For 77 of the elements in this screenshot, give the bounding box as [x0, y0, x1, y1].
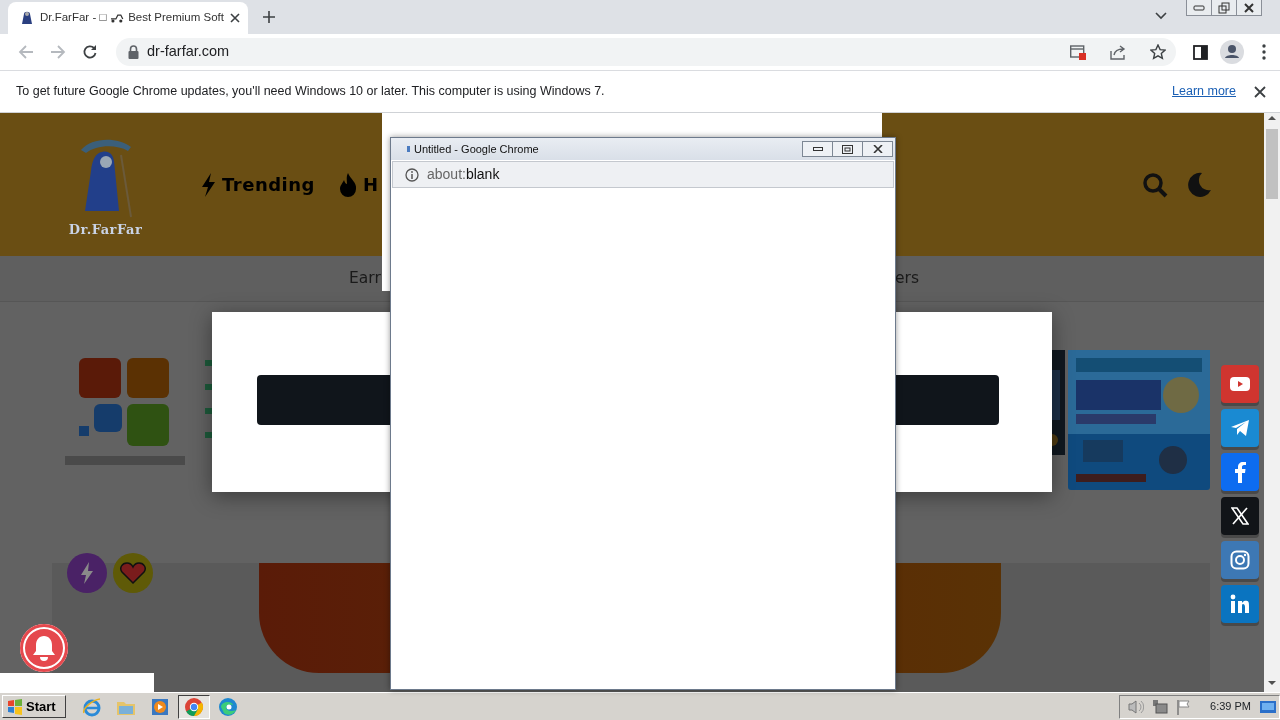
- profile-icon[interactable]: [1220, 40, 1244, 64]
- menu-icon[interactable]: [1262, 44, 1266, 60]
- reaper-icon: [20, 10, 34, 26]
- scrollbar-thumb[interactable]: [1266, 129, 1278, 199]
- close-icon[interactable]: [230, 13, 240, 23]
- play-icon: [1230, 377, 1250, 391]
- popup-blocked-icon[interactable]: [1070, 44, 1086, 60]
- tab-title: Best Premium Soft: [128, 10, 224, 26]
- telegram-button[interactable]: [1221, 409, 1259, 447]
- tab-title: Dr.FarFar - □: [40, 10, 107, 26]
- chrome-button[interactable]: [178, 694, 210, 719]
- bolt-button[interactable]: [67, 553, 107, 593]
- linkedin-button[interactable]: [1221, 585, 1259, 623]
- globe-icon: [82, 696, 102, 717]
- address-bar[interactable]: dr-farfar.com: [116, 38, 1176, 66]
- moon-icon[interactable]: [1186, 171, 1212, 198]
- network-icon[interactable]: [1152, 698, 1169, 715]
- window-title: Untitled - Google Chrome: [414, 141, 539, 157]
- minimize-icon: [812, 146, 823, 152]
- x-logo-icon: [1231, 507, 1249, 525]
- clock[interactable]: 6:39 PM: [1210, 698, 1251, 715]
- reload-icon[interactable]: [82, 44, 98, 60]
- linkedin-icon: [1230, 594, 1250, 614]
- window-icon: [407, 146, 410, 152]
- address-text: dr-farfar.com: [147, 42, 230, 62]
- address-bar[interactable]: about:blank: [392, 161, 894, 188]
- close-icon: [1243, 2, 1255, 13]
- show-desktop-icon[interactable]: [1259, 698, 1277, 715]
- edge-icon: [218, 696, 238, 717]
- scroll-down-icon[interactable]: [1267, 678, 1277, 688]
- maximize-button[interactable]: [832, 141, 863, 157]
- plus-icon[interactable]: [262, 10, 276, 24]
- close-button[interactable]: [862, 141, 893, 157]
- play-icon: [151, 697, 169, 716]
- windows-logo-icon: [7, 698, 23, 715]
- browser-tab[interactable]: Dr.FarFar - □ Best Premium Soft: [8, 2, 248, 34]
- restore-icon: [1218, 1, 1230, 14]
- scroll-up-icon[interactable]: [1267, 113, 1277, 123]
- share-icon[interactable]: [1110, 44, 1126, 60]
- instagram-button[interactable]: [1221, 541, 1259, 579]
- flag-icon[interactable]: [1176, 698, 1193, 715]
- side-panel-icon[interactable]: [1192, 44, 1208, 60]
- lock-icon[interactable]: [128, 45, 139, 59]
- camera-icon: [1230, 550, 1250, 570]
- star-icon[interactable]: [1150, 44, 1166, 60]
- heart-button[interactable]: [113, 553, 153, 593]
- address-text: about:blank: [427, 165, 500, 184]
- scrollbar-track[interactable]: [1264, 113, 1280, 692]
- chrome-icon: [184, 696, 204, 717]
- maximize-icon: [842, 144, 853, 154]
- logo-text[interactable]: Dr.FarFar: [68, 220, 143, 240]
- scooter-icon: [110, 13, 125, 23]
- youtube-button[interactable]: [1221, 365, 1259, 403]
- close-icon[interactable]: [1254, 85, 1266, 98]
- search-icon[interactable]: [1142, 171, 1168, 198]
- bell-icon: [32, 635, 56, 661]
- close-icon: [872, 145, 883, 153]
- chevron-down-icon[interactable]: [1155, 12, 1167, 20]
- update-message: To get future Google Chrome updates, you'll need Windows 10 or later. This computer is using Windows 7.: [16, 83, 605, 101]
- minimize-button[interactable]: [802, 141, 833, 157]
- lightning-icon: [80, 562, 94, 584]
- nav-label: Trending: [222, 173, 315, 197]
- lightning-icon: [200, 172, 216, 197]
- flame-icon: [338, 172, 357, 197]
- notification-button[interactable]: [20, 624, 68, 672]
- x-button[interactable]: [1221, 497, 1259, 535]
- close-button[interactable]: [1236, 0, 1262, 16]
- facebook-button[interactable]: [1221, 453, 1259, 491]
- info-icon[interactable]: [405, 167, 419, 182]
- facebook-icon: [1234, 461, 1246, 483]
- paper-plane-icon: [1230, 419, 1250, 437]
- start-button[interactable]: Start: [2, 695, 66, 718]
- nav-label: H: [362, 173, 379, 197]
- learn-more-link[interactable]: Learn more: [1172, 82, 1236, 101]
- heart-icon: [120, 562, 146, 584]
- minimize-icon: [1193, 4, 1205, 11]
- restore-button[interactable]: [1211, 0, 1237, 16]
